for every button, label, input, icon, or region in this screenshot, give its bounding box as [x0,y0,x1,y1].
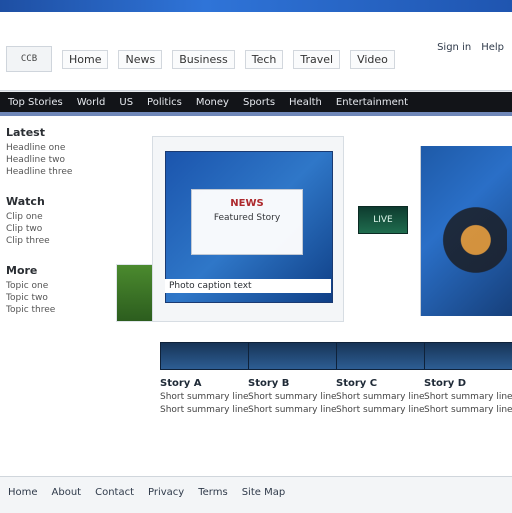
story-summary: Short summary line [248,392,337,402]
menu-item-2[interactable]: US [119,97,133,108]
footer-link[interactable]: Contact [95,487,134,498]
top-nav-item-4[interactable]: Travel [293,49,341,69]
story-title[interactable]: Story C [336,378,428,389]
sign-in-link[interactable]: Sign in [437,42,471,53]
sidebar-block-0: Latest Headline one Headline two Headlin… [6,126,104,177]
top-nav: Home News Business Tech Travel Video [62,49,395,69]
menu-item-6[interactable]: Health [289,97,322,108]
sidebar-link[interactable]: Topic one [6,281,104,291]
right-hero[interactable] [420,146,512,316]
featured-caption: Photo caption text [165,279,331,293]
sidebar-link[interactable]: Headline one [6,143,104,153]
story-thumb[interactable] [424,342,512,370]
footer: Home About Contact Privacy Terms Site Ma… [0,476,512,513]
featured-overlay-card: NEWS Featured Story [191,189,303,255]
top-nav-item-0[interactable]: Home [62,49,109,69]
sidebar-title: Latest [6,126,45,139]
sidebar-link[interactable]: Clip two [6,224,104,234]
featured-story[interactable]: NEWS Featured Story Photo caption text [152,136,344,322]
story-summary: Short summary line [248,405,337,415]
footer-link[interactable]: Terms [198,487,227,498]
menu-item-1[interactable]: World [77,97,106,108]
top-nav-item-3[interactable]: Tech [244,49,284,69]
story-card[interactable]: Story B Short summary line Short summary… [248,342,340,415]
top-links: Sign in Help [437,42,504,53]
story-summary: Short summary line [424,392,512,402]
site-logo[interactable]: CCB [6,46,52,72]
story-card[interactable]: Story A Short summary line Short summary… [160,342,252,415]
story-summary: Short summary line [160,392,249,402]
story-thumb[interactable] [336,342,428,370]
footer-link[interactable]: Privacy [148,487,184,498]
site-logo-text: CCB [20,54,38,64]
featured-overlay-title: NEWS [230,198,264,209]
story-title[interactable]: Story A [160,378,252,389]
menu-item-4[interactable]: Money [196,97,229,108]
live-badge[interactable]: LIVE [358,206,408,234]
sidebar-link[interactable]: Headline two [6,155,104,165]
story-summary: Short summary line [336,405,425,415]
sidebar-title: More [6,264,38,277]
top-header: CCB Home News Business Tech Travel Video… [0,12,512,91]
story-title[interactable]: Story D [424,378,512,389]
sidebar-link[interactable]: Clip three [6,236,104,246]
story-thumb[interactable] [160,342,252,370]
footer-link[interactable]: About [52,487,82,498]
story-cards-row: Story A Short summary line Short summary… [160,342,512,460]
top-nav-item-5[interactable]: Video [350,49,395,69]
left-sidebar: Latest Headline one Headline two Headlin… [0,116,110,476]
sidebar-title: Watch [6,195,45,208]
top-strip [0,0,512,12]
story-summary: Short summary line [424,405,512,415]
hero-art [429,186,507,306]
sidebar-link[interactable]: Headline three [6,167,104,177]
top-nav-item-1[interactable]: News [118,49,163,69]
story-card[interactable]: Story D Short summary line Short summary… [424,342,512,415]
sidebar-block-2: More Topic one Topic two Topic three [6,264,104,315]
help-link[interactable]: Help [481,42,504,53]
story-summary: Short summary line [160,405,249,415]
sidebar-link[interactable]: Clip one [6,212,104,222]
sidebar-link[interactable]: Topic two [6,293,104,303]
sidebar-link[interactable]: Topic three [6,305,104,315]
menu-item-7[interactable]: Entertainment [336,97,408,108]
footer-link[interactable]: Home [8,487,38,498]
menu-item-0[interactable]: Top Stories [8,97,63,108]
top-header-row: CCB Home News Business Tech Travel Video [6,42,395,76]
featured-overlay-subtitle: Featured Story [213,213,281,223]
menu-item-3[interactable]: Politics [147,97,182,108]
footer-link[interactable]: Site Map [242,487,285,498]
primary-navbar: Top Stories World US Politics Money Spor… [0,92,512,112]
primary-menu: Top Stories World US Politics Money Spor… [0,92,512,112]
promo-thumbnail[interactable] [116,264,154,322]
sidebar-block-1: Watch Clip one Clip two Clip three [6,195,104,246]
story-card[interactable]: Story C Short summary line Short summary… [336,342,428,415]
story-title[interactable]: Story B [248,378,340,389]
menu-item-5[interactable]: Sports [243,97,275,108]
story-summary: Short summary line [336,392,425,402]
footer-links: Home About Contact Privacy Terms Site Ma… [0,477,512,508]
story-thumb[interactable] [248,342,340,370]
top-nav-item-2[interactable]: Business [172,49,235,69]
main-content: Latest Headline one Headline two Headlin… [0,116,512,476]
